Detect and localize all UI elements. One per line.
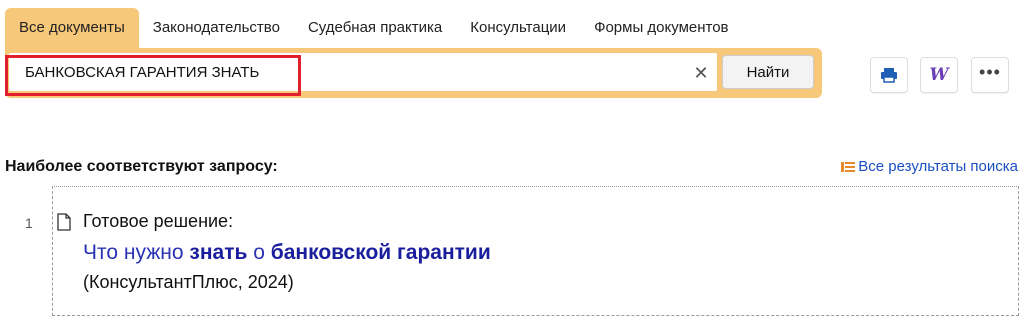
word-icon: W (929, 65, 949, 85)
tab-consultations[interactable]: Консультации (456, 8, 580, 48)
search-field: ✕ (9, 53, 717, 91)
tab-legislation[interactable]: Законодательство (139, 8, 294, 48)
list-icon (841, 160, 856, 174)
more-button[interactable]: ••• (971, 57, 1009, 93)
result-title-part: о (247, 241, 271, 264)
result-type: Готовое решение: (83, 211, 234, 231)
clear-icon[interactable]: ✕ (692, 64, 710, 82)
result-title-link[interactable]: Что нужно знать о банковской гарантии (83, 241, 491, 265)
search-panel: ✕ Найти (5, 48, 822, 98)
result-title-part: Что нужно (83, 241, 190, 264)
result-title-keyword: знать (189, 241, 248, 264)
print-button[interactable] (870, 57, 908, 93)
all-results-link[interactable]: Все результаты поиска (841, 158, 1018, 175)
all-results-label: Все результаты поиска (858, 158, 1018, 175)
document-icon (57, 213, 71, 231)
result-title-keyword: банковской гарантии (270, 241, 491, 264)
tab-court-practice[interactable]: Судебная практика (294, 8, 456, 48)
results-heading: Наиболее соответствуют запросу: (5, 158, 278, 175)
result-source: (КонсультантПлюс, 2024) (83, 272, 294, 292)
more-icon: ••• (979, 62, 1001, 82)
document-type-tabs: Все документы Законодательство Судебная … (5, 8, 743, 48)
tab-all-documents[interactable]: Все документы (5, 8, 139, 48)
print-icon (881, 68, 897, 83)
search-input[interactable] (15, 57, 615, 87)
find-button[interactable]: Найти (722, 55, 814, 89)
result-number: 1 (25, 215, 33, 231)
export-word-button[interactable]: W (920, 57, 958, 93)
tab-document-forms[interactable]: Формы документов (580, 8, 742, 48)
